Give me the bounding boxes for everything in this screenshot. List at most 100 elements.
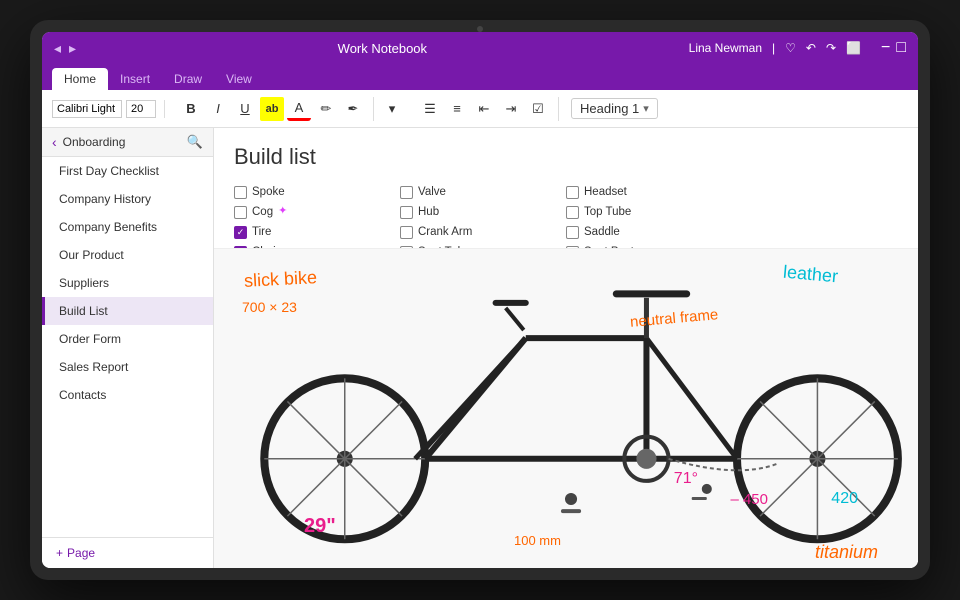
window-controls: − □ bbox=[881, 39, 906, 57]
ink-button[interactable]: ✒ bbox=[341, 97, 365, 121]
item-label-saddle: Saddle bbox=[584, 224, 620, 240]
bullet-list-button[interactable]: ☰ bbox=[418, 97, 442, 121]
italic-button[interactable]: I bbox=[206, 97, 230, 121]
forward-button[interactable]: ▸ bbox=[69, 40, 76, 57]
title-bar-left: ◂ ▸ bbox=[54, 40, 76, 57]
annotation-slick-bike: slick bike bbox=[244, 267, 318, 292]
checkbox-crankarm[interactable] bbox=[400, 226, 413, 239]
checkbox-saddle[interactable] bbox=[566, 226, 579, 239]
sidebar-item-order-form[interactable]: Order Form bbox=[42, 325, 213, 353]
sidebar-item-suppliers[interactable]: Suppliers bbox=[42, 269, 213, 297]
item-label-headset: Headset bbox=[584, 184, 627, 200]
checkbox-spoke[interactable] bbox=[234, 186, 247, 199]
font-size-input[interactable] bbox=[126, 100, 156, 118]
outdent-button[interactable]: ⇥ bbox=[499, 97, 523, 121]
annotation-measurement: 29" bbox=[304, 515, 336, 538]
list-item[interactable]: Crank Arm bbox=[400, 224, 566, 240]
heart-icon[interactable]: ♡ bbox=[785, 41, 796, 55]
title-bar: ◂ ▸ Work Notebook Lina Newman | ♡ ↶ ↷ ⬜ … bbox=[42, 32, 918, 64]
maximize-button[interactable]: □ bbox=[896, 39, 906, 57]
sidebar-item-sales-report[interactable]: Sales Report bbox=[42, 353, 213, 381]
heading-dropdown-arrow: ▾ bbox=[643, 102, 649, 115]
camera-dot bbox=[477, 26, 483, 32]
highlight-button[interactable]: ab bbox=[260, 97, 284, 121]
sidebar-item-company-benefits[interactable]: Company Benefits bbox=[42, 213, 213, 241]
annotation-titanium: titanium bbox=[815, 542, 878, 563]
star-pink-icon: ✦ bbox=[278, 204, 287, 219]
undo-icon[interactable]: ↶ bbox=[806, 41, 816, 55]
item-label-crankarm: Crank Arm bbox=[418, 224, 472, 240]
item-label-toptube: Top Tube bbox=[584, 204, 631, 220]
separator: | bbox=[772, 41, 775, 55]
add-page-button[interactable]: + Page bbox=[42, 537, 213, 568]
list-item[interactable]: ✓ Tire bbox=[234, 224, 400, 240]
checkbox-headset[interactable] bbox=[566, 186, 579, 199]
numbered-list-button[interactable]: ≡ bbox=[445, 97, 469, 121]
checkbox-cog[interactable] bbox=[234, 206, 247, 219]
checkbox-button[interactable]: ☑ bbox=[526, 97, 550, 121]
username: Lina Newman bbox=[689, 41, 762, 55]
sidebar-item-build-list[interactable]: Build List bbox=[42, 297, 213, 325]
more-text-button[interactable]: ✏ bbox=[314, 97, 338, 121]
minimize-button[interactable]: − bbox=[881, 39, 890, 57]
list-item[interactable]: Spoke bbox=[234, 184, 400, 200]
tablet-screen: ◂ ▸ Work Notebook Lina Newman | ♡ ↶ ↷ ⬜ … bbox=[42, 32, 918, 568]
heading-selector[interactable]: Heading 1 ▾ bbox=[571, 98, 658, 119]
sidebar-item-first-day[interactable]: First Day Checklist bbox=[42, 157, 213, 185]
checkbox-hub[interactable] bbox=[400, 206, 413, 219]
dropdown-btn[interactable]: ▾ bbox=[380, 97, 404, 121]
text-format-group: B I U ab A ✏ ✒ bbox=[171, 97, 374, 121]
title-bar-right: Lina Newman | ♡ ↶ ↷ ⬜ − □ bbox=[689, 39, 906, 57]
ribbon-tabs: Home Insert Draw View bbox=[42, 64, 918, 90]
sidebar-items: First Day Checklist Company History Comp… bbox=[42, 157, 213, 537]
annotation-size: 700 × 23 bbox=[242, 299, 297, 315]
list-item[interactable]: Top Tube bbox=[566, 204, 732, 220]
list-group: ☰ ≡ ⇤ ⇥ ☑ bbox=[410, 97, 559, 121]
sidebar-header: ‹ Onboarding 🔍 bbox=[42, 128, 213, 157]
page-title: Build list bbox=[234, 144, 898, 170]
font-color-button[interactable]: A bbox=[287, 97, 311, 121]
bike-area: slick bike 700 × 23 29" neutral frame le… bbox=[214, 248, 918, 568]
item-label-cog: Cog bbox=[252, 204, 273, 220]
font-selector bbox=[52, 100, 165, 118]
heading-label: Heading 1 bbox=[580, 101, 639, 116]
underline-button[interactable]: U bbox=[233, 97, 257, 121]
redo-icon[interactable]: ↷ bbox=[826, 41, 836, 55]
sidebar-item-company-history[interactable]: Company History bbox=[42, 185, 213, 213]
checkbox-valve[interactable] bbox=[400, 186, 413, 199]
bold-button[interactable]: B bbox=[179, 97, 203, 121]
list-item[interactable]: Hub bbox=[400, 204, 566, 220]
back-button[interactable]: ◂ bbox=[54, 40, 61, 57]
page-area: Build list Spoke Cog ✦ bbox=[214, 128, 918, 568]
app-title: Work Notebook bbox=[338, 41, 427, 56]
search-icon[interactable]: 🔍 bbox=[187, 134, 203, 150]
list-item[interactable]: Cog ✦ bbox=[234, 204, 400, 220]
tab-view[interactable]: View bbox=[214, 68, 264, 90]
ribbon-bar: B I U ab A ✏ ✒ ▾ ☰ ≡ ⇤ ⇥ ☑ Heading 1 ▾ bbox=[42, 90, 918, 128]
item-label-valve: Valve bbox=[418, 184, 446, 200]
add-page-label: Page bbox=[67, 546, 95, 560]
page-content: Build list Spoke Cog ✦ bbox=[214, 128, 918, 568]
sidebar-item-our-product[interactable]: Our Product bbox=[42, 241, 213, 269]
sidebar-header-left: ‹ Onboarding bbox=[52, 134, 125, 150]
bike-image: slick bike 700 × 23 29" neutral frame le… bbox=[214, 248, 918, 568]
annotation-dim1: – 450 bbox=[730, 491, 768, 508]
item-label-hub: Hub bbox=[418, 204, 439, 220]
tab-draw[interactable]: Draw bbox=[162, 68, 214, 90]
annotation-angle: 71° bbox=[674, 470, 698, 488]
checkbox-tire[interactable]: ✓ bbox=[234, 226, 247, 239]
checkbox-toptube[interactable] bbox=[566, 206, 579, 219]
tab-insert[interactable]: Insert bbox=[108, 68, 162, 90]
sidebar-item-contacts[interactable]: Contacts bbox=[42, 381, 213, 409]
list-item[interactable]: Headset bbox=[566, 184, 732, 200]
fullscreen-icon[interactable]: ⬜ bbox=[846, 41, 861, 55]
tab-home[interactable]: Home bbox=[52, 68, 108, 90]
font-name-input[interactable] bbox=[52, 100, 122, 118]
sidebar: ‹ Onboarding 🔍 First Day Checklist Compa… bbox=[42, 128, 214, 568]
list-item[interactable]: Valve bbox=[400, 184, 566, 200]
sidebar-collapse-button[interactable]: ‹ bbox=[52, 134, 57, 150]
main-content: ‹ Onboarding 🔍 First Day Checklist Compa… bbox=[42, 128, 918, 568]
annotation-num: 420 bbox=[831, 490, 858, 508]
indent-button[interactable]: ⇤ bbox=[472, 97, 496, 121]
list-item[interactable]: Saddle bbox=[566, 224, 732, 240]
